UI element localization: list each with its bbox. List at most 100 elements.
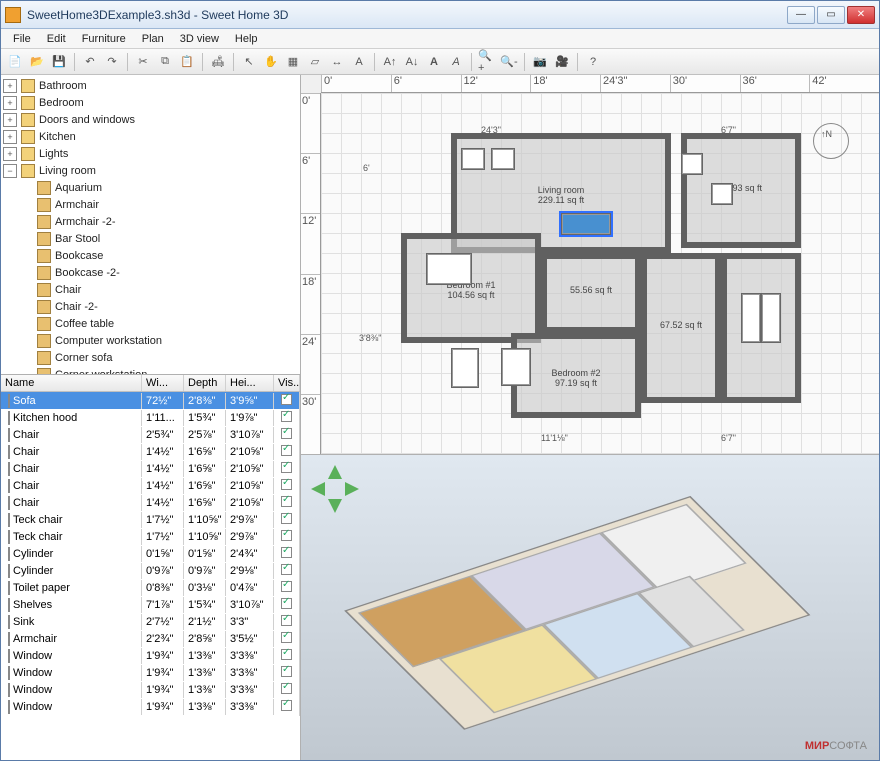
maximize-button[interactable]: ▭ bbox=[817, 6, 845, 24]
column-header[interactable]: Depth bbox=[184, 375, 226, 391]
table-row[interactable]: Chair1'4½"1'6⅝"2'10⅝" bbox=[1, 443, 300, 460]
catalog-item[interactable]: Armchair -2- bbox=[3, 213, 298, 230]
table-row[interactable]: Shelves7'1⅞"1'5¾"3'10⅞" bbox=[1, 596, 300, 613]
visible-checkbox[interactable] bbox=[281, 479, 292, 490]
collapse-icon[interactable]: − bbox=[3, 164, 17, 178]
catalog-item[interactable]: Bar Stool bbox=[3, 230, 298, 247]
category-living-room[interactable]: −Living room bbox=[3, 162, 298, 179]
table-row[interactable]: Sink2'7½"2'1½"3'3" bbox=[1, 613, 300, 630]
expand-icon[interactable]: + bbox=[3, 113, 17, 127]
menu-file[interactable]: File bbox=[5, 31, 39, 47]
visible-checkbox[interactable] bbox=[281, 530, 292, 541]
photo-icon[interactable]: 📷 bbox=[530, 52, 550, 72]
furniture-item[interactable] bbox=[426, 253, 472, 285]
nav-left-icon[interactable] bbox=[311, 482, 325, 496]
3d-view[interactable]: МИРСОФТА bbox=[301, 455, 879, 760]
room-icon[interactable]: ▱ bbox=[305, 52, 325, 72]
visible-checkbox[interactable] bbox=[281, 581, 292, 592]
add-furniture-icon[interactable]: 🛋 bbox=[208, 52, 228, 72]
catalog-item[interactable]: Chair -2- bbox=[3, 298, 298, 315]
pan-icon[interactable]: ✋ bbox=[261, 52, 281, 72]
expand-icon[interactable]: + bbox=[3, 147, 17, 161]
visible-checkbox[interactable] bbox=[281, 547, 292, 558]
plan-view[interactable]: 0'6'12'18'24'3"30'36'42' 0'6'12'18'24'30… bbox=[301, 75, 879, 455]
table-row[interactable]: Teck chair1'7½"1'10⅝"2'9⅞" bbox=[1, 511, 300, 528]
room[interactable] bbox=[641, 253, 721, 403]
menu-edit[interactable]: Edit bbox=[39, 31, 74, 47]
wall-icon[interactable]: ▦ bbox=[283, 52, 303, 72]
cut-icon[interactable]: ✂ bbox=[133, 52, 153, 72]
furniture-sofa[interactable] bbox=[561, 213, 611, 235]
column-header[interactable]: Hei... bbox=[226, 375, 274, 391]
catalog-item[interactable]: Chair bbox=[3, 281, 298, 298]
plan-grid[interactable]: Living room229.11 sq ft83.93 sq ftBedroo… bbox=[321, 93, 879, 454]
copy-icon[interactable]: ⧉ bbox=[155, 52, 175, 72]
category-kitchen[interactable]: +Kitchen bbox=[3, 128, 298, 145]
text-icon[interactable]: A bbox=[349, 52, 369, 72]
table-row[interactable]: Chair1'4½"1'6⅝"2'10⅝" bbox=[1, 494, 300, 511]
furniture-item[interactable] bbox=[711, 183, 733, 205]
zoom-out-icon[interactable]: 🔍- bbox=[499, 52, 519, 72]
visible-checkbox[interactable] bbox=[281, 411, 292, 422]
menu-plan[interactable]: Plan bbox=[134, 31, 172, 47]
furniture-item[interactable] bbox=[741, 293, 761, 343]
undo-icon[interactable]: ↶ bbox=[80, 52, 100, 72]
visible-checkbox[interactable] bbox=[281, 496, 292, 507]
column-header[interactable]: Wi... bbox=[142, 375, 184, 391]
table-row[interactable]: Window1'9¾"1'3⅜"3'3⅜" bbox=[1, 647, 300, 664]
dimension-icon[interactable]: ↔ bbox=[327, 52, 347, 72]
visible-checkbox[interactable] bbox=[281, 615, 292, 626]
furniture-item[interactable] bbox=[681, 153, 703, 175]
table-row[interactable]: Window1'9¾"1'3⅜"3'3⅜" bbox=[1, 664, 300, 681]
table-row[interactable]: Cylinder0'1⅝"0'1⅝"2'4¾" bbox=[1, 545, 300, 562]
close-button[interactable]: ✕ bbox=[847, 6, 875, 24]
catalog-item[interactable]: Aquarium bbox=[3, 179, 298, 196]
room[interactable] bbox=[681, 133, 801, 248]
table-row[interactable]: Toilet paper0'8⅜"0'3⅛"0'4⅞" bbox=[1, 579, 300, 596]
menu-furniture[interactable]: Furniture bbox=[74, 31, 134, 47]
visible-checkbox[interactable] bbox=[281, 394, 292, 405]
menu-help[interactable]: Help bbox=[227, 31, 266, 47]
furniture-item[interactable] bbox=[451, 348, 479, 388]
column-header[interactable]: Vis... bbox=[274, 375, 300, 391]
save-icon[interactable]: 💾 bbox=[49, 52, 69, 72]
table-row[interactable]: Sofa72½"2'8⅜"3'9⅝" bbox=[1, 392, 300, 409]
redo-icon[interactable]: ↷ bbox=[102, 52, 122, 72]
paste-icon[interactable]: 📋 bbox=[177, 52, 197, 72]
furniture-catalog[interactable]: +Bathroom+Bedroom+Doors and windows+Kitc… bbox=[1, 75, 300, 375]
visible-checkbox[interactable] bbox=[281, 700, 292, 711]
furniture-item[interactable] bbox=[761, 293, 781, 343]
visible-checkbox[interactable] bbox=[281, 513, 292, 524]
table-row[interactable]: Chair1'4½"1'6⅝"2'10⅝" bbox=[1, 477, 300, 494]
furniture-item[interactable] bbox=[461, 148, 485, 170]
catalog-item[interactable]: Bookcase bbox=[3, 247, 298, 264]
3d-nav-pad[interactable] bbox=[311, 465, 359, 513]
minimize-button[interactable]: — bbox=[787, 6, 815, 24]
table-row[interactable]: Cylinder0'9⅞"0'9⅞"2'9⅛" bbox=[1, 562, 300, 579]
furniture-item[interactable] bbox=[491, 148, 515, 170]
expand-icon[interactable]: + bbox=[3, 96, 17, 110]
category-bathroom[interactable]: +Bathroom bbox=[3, 77, 298, 94]
video-icon[interactable]: 🎥 bbox=[552, 52, 572, 72]
bold-icon[interactable]: A bbox=[424, 52, 444, 72]
catalog-item[interactable]: Computer workstation bbox=[3, 332, 298, 349]
room[interactable] bbox=[401, 233, 541, 343]
open-icon[interactable]: 📂 bbox=[27, 52, 47, 72]
catalog-item[interactable]: Corner sofa bbox=[3, 349, 298, 366]
table-row[interactable]: Window1'9¾"1'3⅜"3'3⅜" bbox=[1, 698, 300, 715]
text-size-down-icon[interactable]: A↓ bbox=[402, 52, 422, 72]
help-icon[interactable]: ? bbox=[583, 52, 603, 72]
table-row[interactable]: Window1'9¾"1'3⅜"3'3⅜" bbox=[1, 681, 300, 698]
visible-checkbox[interactable] bbox=[281, 598, 292, 609]
table-row[interactable]: Teck chair1'7½"1'10⅝"2'9⅞" bbox=[1, 528, 300, 545]
visible-checkbox[interactable] bbox=[281, 445, 292, 456]
nav-up-icon[interactable] bbox=[328, 465, 342, 479]
italic-icon[interactable]: A bbox=[446, 52, 466, 72]
expand-icon[interactable]: + bbox=[3, 79, 17, 93]
text-size-up-icon[interactable]: A↑ bbox=[380, 52, 400, 72]
visible-checkbox[interactable] bbox=[281, 666, 292, 677]
catalog-item[interactable]: Armchair bbox=[3, 196, 298, 213]
visible-checkbox[interactable] bbox=[281, 632, 292, 643]
category-lights[interactable]: +Lights bbox=[3, 145, 298, 162]
select-icon[interactable]: ↖ bbox=[239, 52, 259, 72]
